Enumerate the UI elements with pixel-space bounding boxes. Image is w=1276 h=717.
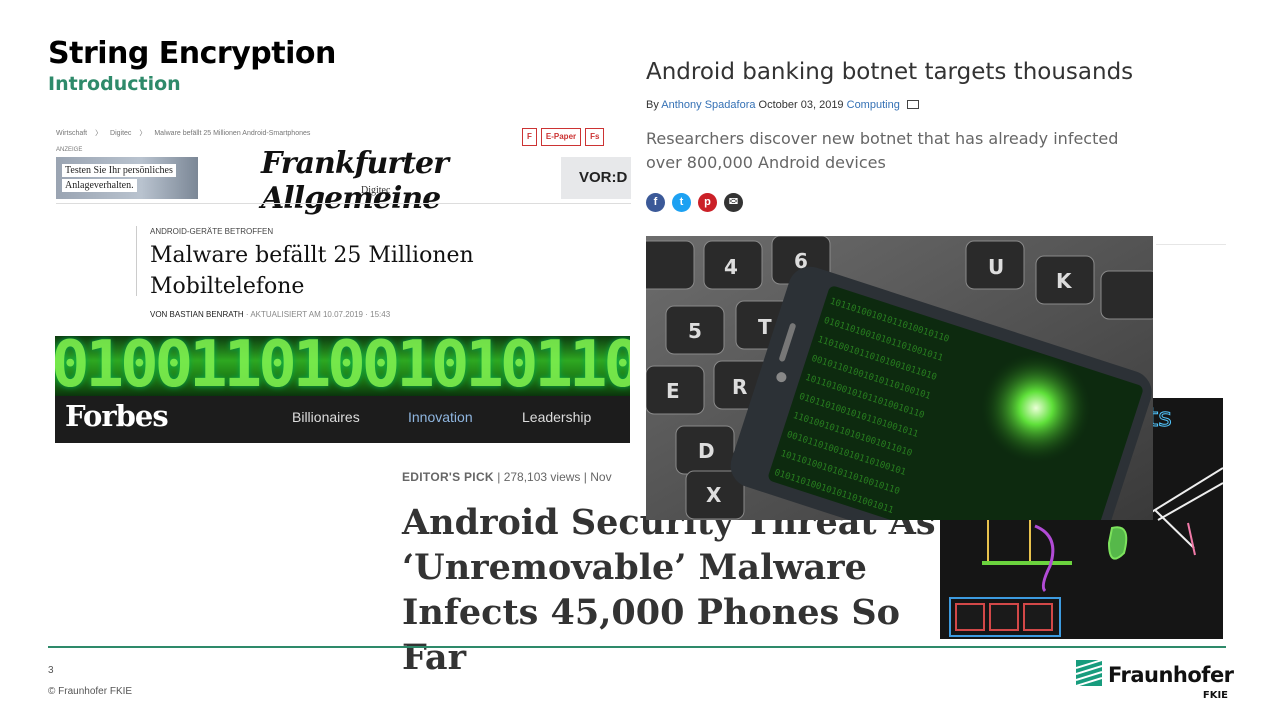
meta-separator: | [497,470,501,484]
article-kicker: ANDROID-GERÄTE BETROFFEN [150,227,274,236]
ad-text-line: Anlageverhalten. [62,179,137,192]
phone-keyboard-graphic: 46U K5T ERD FX 1011010010101101001011001… [646,236,1153,520]
faz-f-icon: F [522,128,537,146]
copyright: © Fraunhofer FKIE [48,686,133,697]
ad-text-line: Testen Sie Ihr persönliches [62,164,176,177]
infected-phone-photo: 46U K5T ERD FX 1011010010101101001011001… [646,236,1153,520]
faz-section-label: Digitec [361,185,391,196]
forbes-nav-bar: Forbes Billionaires Innovation Leadershi… [55,396,630,443]
byline-separator: · [245,310,249,319]
techradar-headline: Android banking botnet targets thousands [646,59,1134,85]
ad-banner-right: VOR:D [561,157,631,199]
breadcrumb: Wirtschaft 〉 Digitec 〉 Malware befällt 2… [56,128,316,138]
byline-author: VON BASTIAN BENRATH [150,310,244,319]
share-buttons: f t p ✉ [646,190,750,212]
breadcrumb-item: Digitec [110,130,132,137]
svg-text:D: D [698,439,715,463]
meta-separator: | [583,470,587,484]
twitter-icon[interactable]: t [672,193,691,212]
slide-subtitle: Introduction [48,73,181,95]
techradar-byline: By Anthony Spadafora October 03, 2019 Co… [646,99,919,111]
faz-header-icons: F E-Paper Fs [522,124,608,146]
page-number: 3 [48,665,54,676]
epaper-button: E-Paper [540,128,582,146]
fraunhofer-logo-icon [1076,660,1102,686]
fraunhofer-logo: Fraunhofer FKIE [1076,660,1234,706]
svg-text:4: 4 [724,255,738,279]
footer-divider [48,646,1226,648]
nav-item-leadership[interactable]: Leadership [522,409,591,425]
author-link[interactable]: Anthony Spadafora [661,99,755,111]
nav-item-innovation[interactable]: Innovation [408,409,473,425]
editors-pick-label: EDITOR'S PICK [402,470,494,484]
forbes-article-meta: EDITOR'S PICK | 278,103 views | Nov [402,470,628,484]
breadcrumb-separator: 〉 [139,130,147,137]
article-date: Nov [590,470,612,484]
pinterest-icon[interactable]: p [698,193,717,212]
byline-updated: AKTUALISIERT AM 10.07.2019 [250,310,363,319]
svg-text:K: K [1056,269,1073,293]
monitor-icon [906,100,919,109]
article-date: October 03, 2019 [758,99,844,111]
svg-text:T: T [758,315,772,339]
divider [56,203,631,204]
breadcrumb-item: Malware befällt 25 Millionen Android-Sma… [154,130,311,137]
view-count: 278,103 views [503,470,581,484]
facebook-icon[interactable]: f [646,193,665,212]
svg-text:X: X [706,483,722,507]
faz-article-screenshot: Wirtschaft 〉 Digitec 〉 Malware befällt 2… [56,120,631,335]
article-headline: Malware befällt 25 Millionen Mobiltelefo… [150,243,474,299]
logo-institute: FKIE [1202,690,1228,701]
svg-text:5: 5 [688,319,702,343]
ad-banner: Testen Sie Ihr persönliches Anlageverhal… [56,157,198,199]
breadcrumb-separator: 〉 [95,130,103,137]
svg-text:R: R [732,375,747,399]
techradar-summary: Researchers discover new botnet that has… [646,129,1119,172]
svg-text:U: U [988,255,1004,279]
byline-by: By [646,99,659,111]
article-byline: VON BASTIAN BENRATH · AKTUALISIERT AM 10… [150,310,390,319]
binary-digits: 01001101001010110 [55,336,630,397]
forbes-article-headline: Android Security Threat As ‘Unremovable’… [402,502,936,678]
logo-wordmark: Fraunhofer [1108,663,1234,687]
ad-label: ANZEIGE [56,147,83,153]
breadcrumb-item: Wirtschaft [56,130,88,137]
svg-text:E: E [666,379,680,403]
divider [1156,244,1226,245]
category-link[interactable]: Computing [847,99,900,111]
slide-title: String Encryption [48,36,336,71]
divider [136,226,137,296]
byline-time: 15:43 [370,310,391,319]
email-icon[interactable]: ✉ [724,193,743,212]
ad-text: VOR:D [579,169,628,186]
forbes-logo: Forbes [65,399,169,433]
nav-item-billionaires[interactable]: Billionaires [292,409,360,425]
binary-code-image: 01001101001010110 [55,336,630,397]
byline-separator: · [365,310,368,319]
faz-fs-icon: Fs [585,128,605,146]
